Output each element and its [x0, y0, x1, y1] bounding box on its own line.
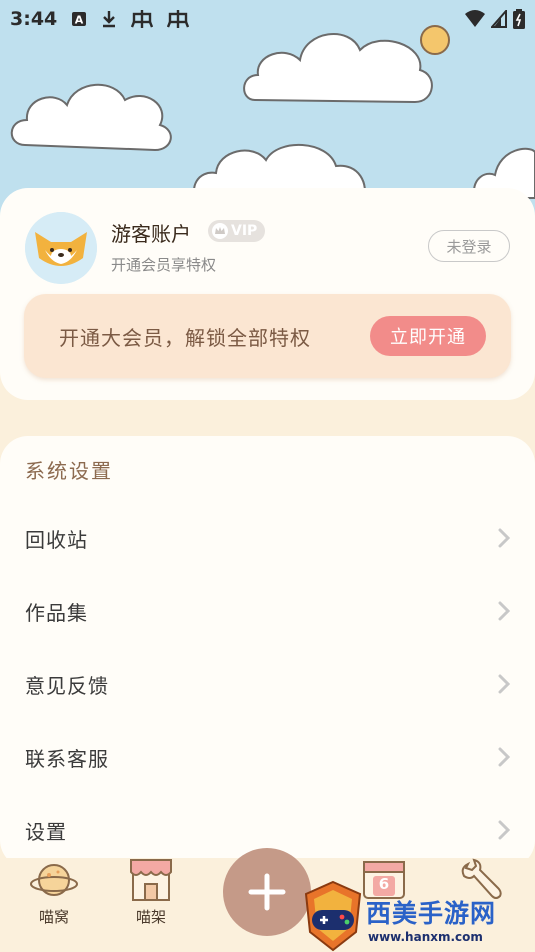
shop-icon: [130, 859, 172, 901]
chevron-right-icon: [498, 820, 511, 840]
status-time: 3:44: [10, 8, 58, 30]
account-name: 游客账户: [111, 222, 191, 246]
plus-icon: [248, 873, 286, 911]
watermark: 西美手游网 www.hanxm.com: [300, 880, 535, 952]
signal-icon: [491, 10, 507, 28]
account-subtitle: 开通会员享特权: [111, 256, 217, 274]
wifi-icon: [465, 10, 485, 28]
nav-label: 喵架: [135, 908, 166, 926]
bug-icon: [167, 9, 190, 29]
chevron-right-icon: [498, 674, 511, 694]
menu-item-label: 作品集: [25, 600, 88, 625]
vip-badge: VIP: [208, 220, 266, 242]
menu-item-portfolio[interactable]: 作品集: [0, 581, 535, 641]
menu-item-label: 设置: [25, 819, 67, 844]
section-title: 系统设置: [25, 459, 113, 483]
bug-icon: [131, 9, 154, 29]
watermark-text: 西美手游网: [366, 899, 497, 928]
svg-text:A: A: [75, 14, 84, 27]
menu-item-feedback[interactable]: 意见反馈: [0, 654, 535, 714]
vip-badge-label: VIP: [231, 223, 258, 239]
nav-item-home[interactable]: 喵窝: [24, 858, 84, 952]
chevron-right-icon: [498, 528, 511, 548]
download-icon: [101, 10, 117, 28]
fox-avatar-icon[interactable]: [25, 212, 97, 284]
gamepad-logo-icon: [304, 880, 362, 952]
menu-item-label: 联系客服: [25, 746, 109, 771]
cloud-decoration: [10, 83, 172, 152]
status-bar: 3:44 A: [0, 0, 535, 38]
crown-icon: [212, 223, 228, 239]
battery-icon: [513, 9, 525, 29]
watermark-url: www.hanxm.com: [368, 930, 483, 944]
menu-item-recycle-bin[interactable]: 回收站: [0, 508, 535, 568]
vip-banner-text: 开通大会员，解锁全部特权: [59, 326, 311, 350]
chevron-right-icon: [498, 601, 511, 621]
nav-item-shelf[interactable]: 喵架: [121, 858, 181, 952]
add-button[interactable]: [223, 848, 311, 936]
menu-item-customer-service[interactable]: 联系客服: [0, 727, 535, 787]
nav-label: 喵窝: [38, 908, 69, 926]
vip-banner[interactable]: 开通大会员，解锁全部特权 立即开通: [24, 294, 511, 378]
open-vip-button[interactable]: 立即开通: [370, 316, 486, 356]
menu-item-label: 回收站: [25, 527, 88, 552]
menu-item-label: 意见反馈: [25, 673, 109, 698]
login-button[interactable]: 未登录: [428, 230, 510, 262]
chevron-right-icon: [498, 747, 511, 767]
a-notification-icon: A: [71, 11, 87, 27]
planet-icon: [30, 864, 78, 896]
